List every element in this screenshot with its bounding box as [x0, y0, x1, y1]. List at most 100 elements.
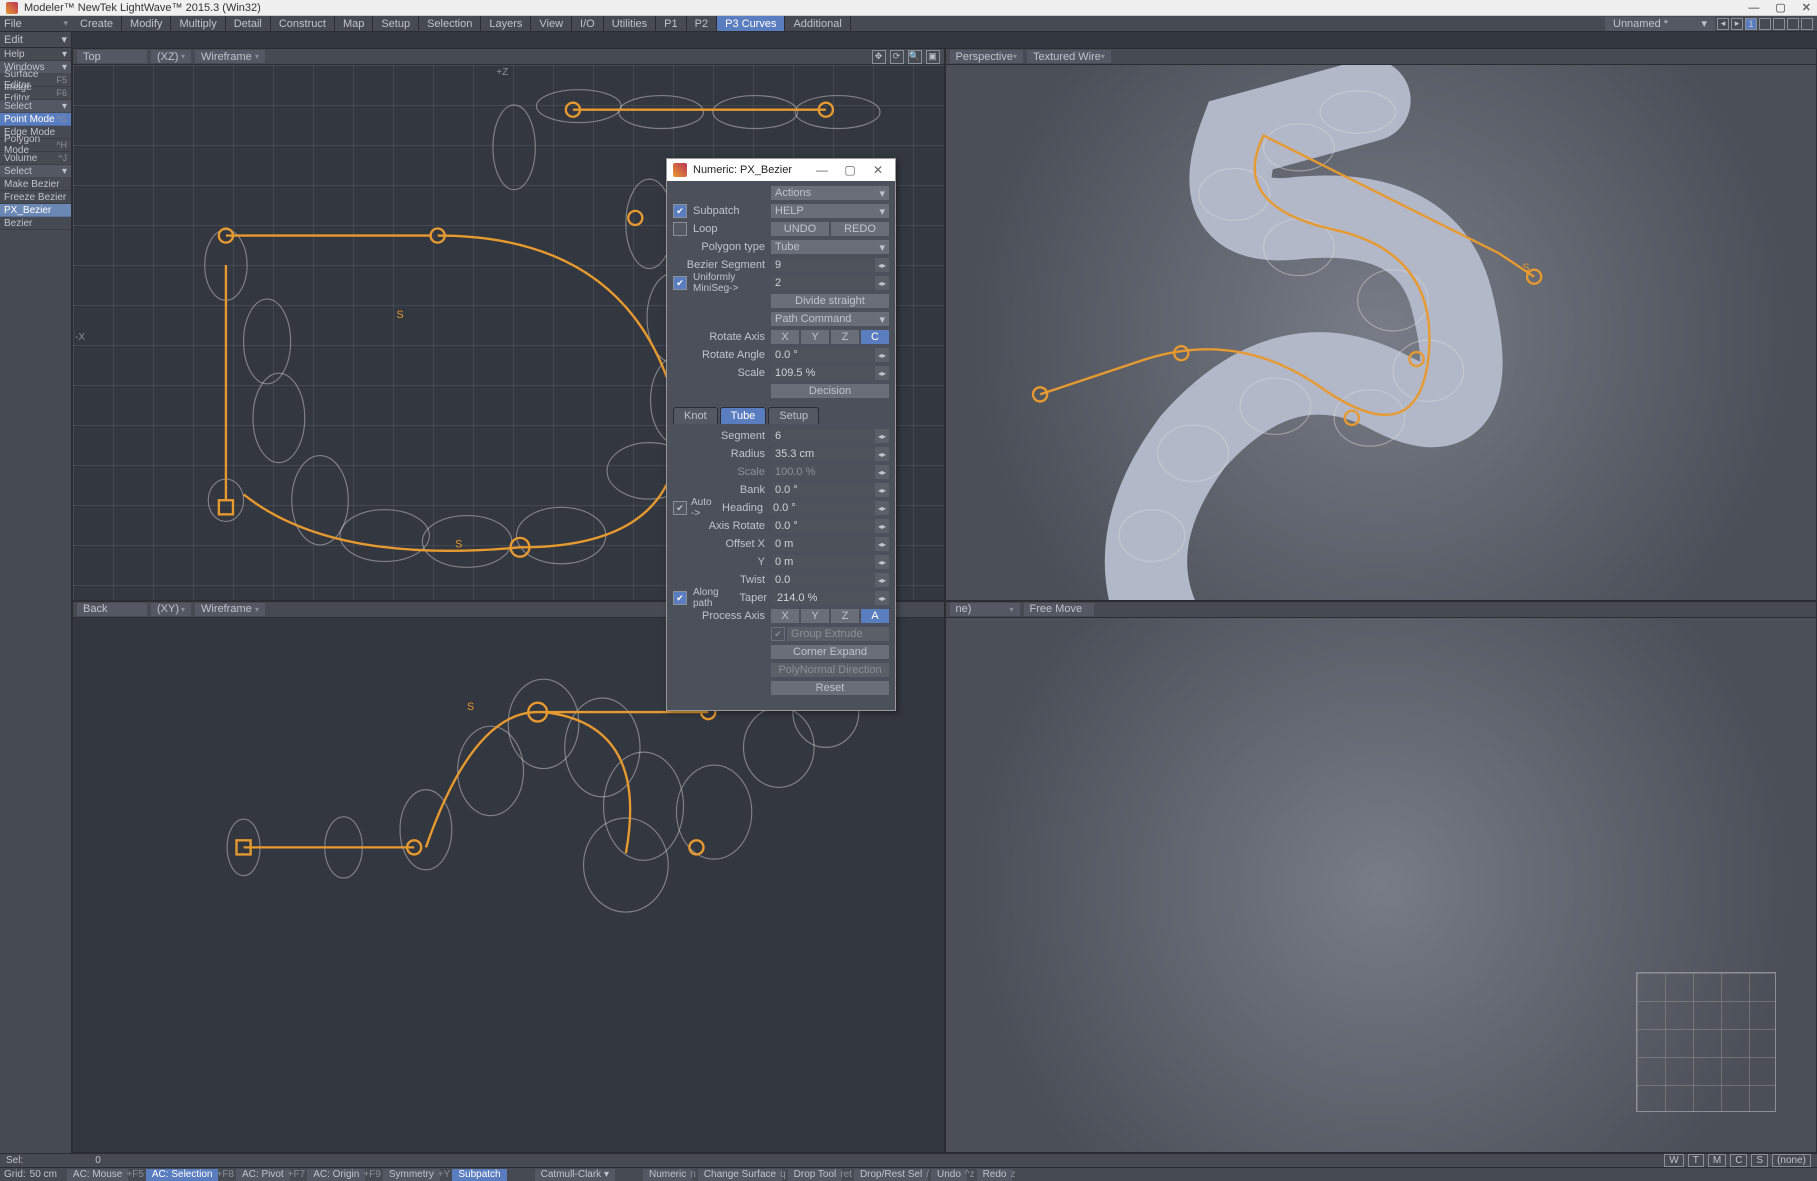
procaxis-z-button[interactable]: Z: [831, 609, 859, 623]
tab-tube[interactable]: Tube: [720, 407, 767, 424]
layer-4-button[interactable]: [1787, 18, 1799, 30]
dialog-titlebar[interactable]: Numeric: PX_Bezier — ▢ ✕: [667, 159, 895, 181]
view-label-dropdown[interactable]: Back: [77, 603, 147, 616]
tab-map[interactable]: Map: [335, 16, 373, 31]
help-dropdown[interactable]: HELP▾: [771, 204, 889, 218]
offset-y-field[interactable]: 0 m: [771, 555, 873, 569]
spinner-icon[interactable]: ◂▸: [875, 501, 889, 515]
tab-p3-curves[interactable]: P3 Curves: [717, 16, 785, 31]
help-menu[interactable]: Help: [4, 49, 25, 60]
spinner-icon[interactable]: ◂▸: [875, 483, 889, 497]
status-cell[interactable]: Drop Tool: [788, 1169, 843, 1181]
bezier-button[interactable]: Bezier: [0, 217, 71, 230]
status-cell[interactable]: AC: Origin: [307, 1169, 365, 1181]
axis-rotate-field[interactable]: 0.0 °: [771, 519, 873, 533]
px-bezier-button[interactable]: PX_Bezier: [0, 204, 71, 217]
edit-menu[interactable]: Edit: [4, 34, 23, 46]
zoom-view-icon[interactable]: 🔍: [908, 50, 922, 64]
status-toggle-S[interactable]: S: [1751, 1154, 1768, 1167]
decision-button[interactable]: Decision: [771, 384, 889, 398]
viewport-perspective[interactable]: Perspective▾ Textured Wire▾: [945, 48, 1817, 601]
spinner-icon[interactable]: ◂▸: [875, 537, 889, 551]
status-toggle-M[interactable]: M: [1708, 1154, 1726, 1167]
twist-field[interactable]: 0.0: [771, 573, 873, 587]
loop-checkbox[interactable]: [673, 222, 687, 236]
tab-modify[interactable]: Modify: [122, 16, 171, 31]
procaxis-x-button[interactable]: X: [771, 609, 799, 623]
layer-2-button[interactable]: [1759, 18, 1771, 30]
tab-view[interactable]: View: [531, 16, 572, 31]
view-label-dropdown[interactable]: ne)▾: [950, 603, 1020, 616]
spinner-icon[interactable]: ◂▸: [875, 276, 889, 290]
subpatch-checkbox[interactable]: ✔: [673, 204, 687, 218]
spinner-icon[interactable]: ◂▸: [875, 429, 889, 443]
spinner-icon[interactable]: ◂▸: [875, 591, 889, 605]
tab-create[interactable]: Create: [72, 16, 122, 31]
tab-p2[interactable]: P2: [687, 16, 717, 31]
scale-field[interactable]: 109.5 %: [771, 366, 873, 380]
auto-checkbox[interactable]: ✔: [673, 501, 687, 515]
status-toggle-none[interactable]: (none): [1772, 1154, 1811, 1167]
image-editor-button[interactable]: Image EditorF6: [0, 87, 71, 100]
tab-selection[interactable]: Selection: [419, 16, 481, 31]
heading-field[interactable]: 0.0 °: [769, 501, 873, 515]
file-menu[interactable]: File: [4, 18, 22, 30]
segment-field[interactable]: 6: [771, 429, 873, 443]
rotaxis-c-button[interactable]: C: [861, 330, 889, 344]
view-label-dropdown[interactable]: Top: [77, 50, 147, 63]
tab-layers[interactable]: Layers: [481, 16, 531, 31]
along-path-checkbox[interactable]: ✔: [673, 591, 687, 605]
view-axes-dropdown[interactable]: (XY)▾: [151, 603, 191, 616]
bezier-segment-field[interactable]: 9: [771, 258, 873, 272]
spinner-icon[interactable]: ◂▸: [875, 573, 889, 587]
freeze-bezier-button[interactable]: Freeze Bezier: [0, 191, 71, 204]
uniminiseg-field[interactable]: 2: [771, 276, 873, 290]
bank-field[interactable]: 0.0 °: [771, 483, 873, 497]
view-mode-dropdown[interactable]: Wireframe▾: [195, 603, 265, 616]
status-cell[interactable]: AC: Pivot: [236, 1169, 290, 1181]
tab-setup[interactable]: Setup: [373, 16, 419, 31]
close-icon[interactable]: ✕: [867, 163, 889, 177]
corner-expand-button[interactable]: Corner Expand: [771, 645, 889, 659]
taper-field[interactable]: 214.0 %: [773, 591, 873, 605]
tab-setup[interactable]: Setup: [768, 407, 819, 424]
status-cell[interactable]: Change Surface: [698, 1169, 782, 1181]
status-cell[interactable]: Redo: [977, 1169, 1013, 1181]
tab-additional[interactable]: Additional: [785, 16, 850, 31]
move-view-icon[interactable]: ✥: [872, 50, 886, 64]
tab-knot[interactable]: Knot: [673, 407, 718, 424]
uniminiseg-checkbox[interactable]: ✔: [673, 276, 687, 290]
offset-x-field[interactable]: 0 m: [771, 537, 873, 551]
path-command-dropdown[interactable]: Path Command▾: [771, 312, 889, 326]
rotate-view-icon[interactable]: ⟳: [890, 50, 904, 64]
procaxis-a-button[interactable]: A: [861, 609, 889, 623]
tab-construct[interactable]: Construct: [271, 16, 335, 31]
polygon-type-dropdown[interactable]: Tube▾: [771, 240, 889, 254]
radius-field[interactable]: 35.3 cm: [771, 447, 873, 461]
layer-1-button[interactable]: 1: [1745, 18, 1757, 30]
status-toggle-W[interactable]: W: [1664, 1154, 1683, 1167]
actions-dropdown[interactable]: Actions▾: [771, 186, 889, 200]
view-mode-dropdown[interactable]: Wireframe▾: [195, 50, 265, 63]
view-label-dropdown[interactable]: Perspective▾: [950, 50, 1024, 63]
view-axes-dropdown[interactable]: (XZ)▾: [151, 50, 191, 63]
rotaxis-x-button[interactable]: X: [771, 330, 799, 344]
tab-detail[interactable]: Detail: [226, 16, 271, 31]
tab-i/o[interactable]: I/O: [572, 16, 604, 31]
status-cell[interactable]: Numeric: [643, 1169, 692, 1181]
spinner-icon[interactable]: ◂▸: [875, 366, 889, 380]
spinner-icon[interactable]: ◂▸: [875, 258, 889, 272]
make-bezier-button[interactable]: Make Bezier: [0, 178, 71, 191]
status-toggle-T[interactable]: T: [1688, 1154, 1704, 1167]
status-cell[interactable]: AC: Mouse: [67, 1169, 128, 1181]
subd-type-dropdown[interactable]: Catmull-Clark ▾: [535, 1169, 615, 1181]
rotaxis-z-button[interactable]: Z: [831, 330, 859, 344]
view-mode-dropdown[interactable]: Textured Wire▾: [1027, 50, 1111, 63]
layer-3-button[interactable]: [1773, 18, 1785, 30]
file-name-dropdown[interactable]: Unnamed * ▾: [1605, 17, 1715, 31]
maximize-icon[interactable]: ▢: [1775, 1, 1785, 14]
status-cell[interactable]: Subpatch: [452, 1169, 506, 1181]
spinner-icon[interactable]: ◂▸: [875, 348, 889, 362]
minimize-icon[interactable]: —: [1748, 2, 1759, 14]
rotaxis-y-button[interactable]: Y: [801, 330, 829, 344]
